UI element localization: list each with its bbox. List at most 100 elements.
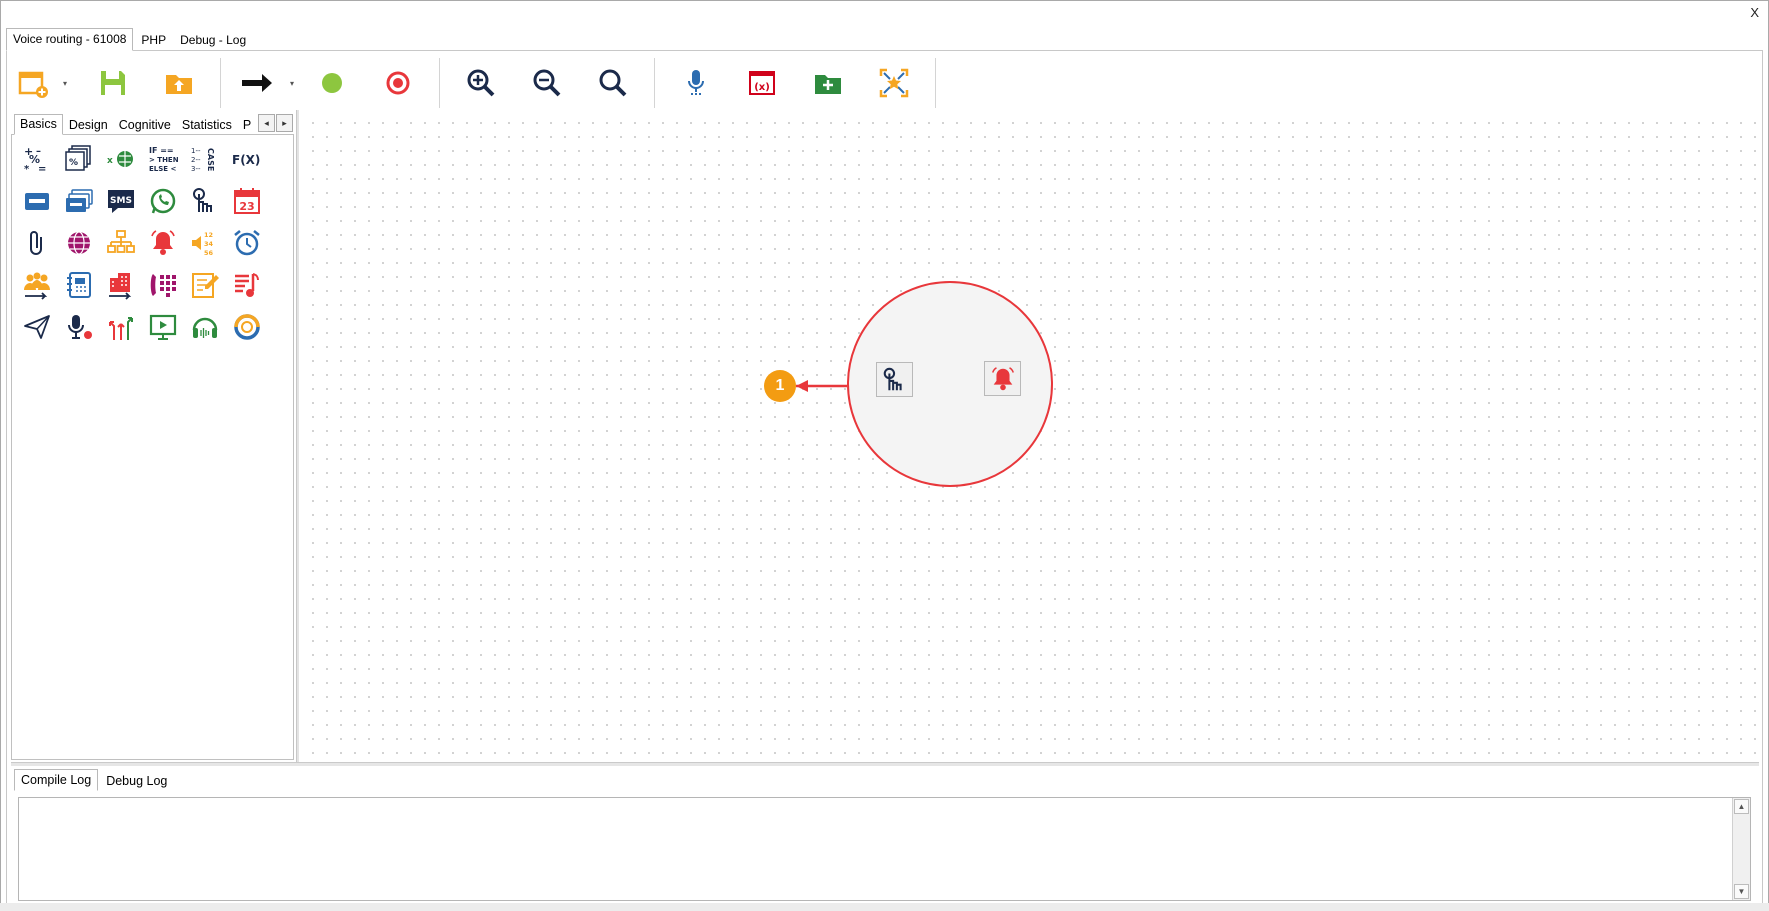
svg-text:34: 34 xyxy=(204,240,214,248)
green-dot-icon xyxy=(322,73,342,93)
palette-next-button[interactable]: ▸ xyxy=(276,114,293,132)
palette-tabs: Basics Design Cognitive Statistics Pı xyxy=(14,113,253,135)
palette-item-voicemail-stack[interactable] xyxy=(58,180,100,222)
palette-item-bell[interactable] xyxy=(142,222,184,264)
horizontal-splitter[interactable] xyxy=(11,762,1759,766)
palette-item-calendar[interactable]: 23 xyxy=(226,180,268,222)
palette-item-voicemail[interactable] xyxy=(16,180,58,222)
palette-item-group-transfer[interactable] xyxy=(16,264,58,306)
palette-item-screen-play[interactable] xyxy=(142,306,184,348)
palette-item-calculator[interactable]: + –% * = xyxy=(16,138,58,180)
stop-button[interactable] xyxy=(365,57,431,109)
fit-view-button[interactable] xyxy=(861,57,927,109)
palette-tab-cognitive[interactable]: Cognitive xyxy=(114,116,176,135)
flow-node-touch-tone[interactable] xyxy=(876,362,913,397)
palette-item-progress-ring[interactable] xyxy=(226,306,268,348)
palette-item-sms[interactable]: SMS xyxy=(100,180,142,222)
palette-tab-design[interactable]: Design xyxy=(64,116,113,135)
palette-item-notepad[interactable] xyxy=(184,264,226,306)
calendar-icon: 23 xyxy=(234,188,260,214)
palette-item-phone-book[interactable] xyxy=(58,264,100,306)
tab-voice-routing[interactable]: Voice routing - 61008 xyxy=(6,28,134,51)
palette-item-music-list[interactable] xyxy=(226,264,268,306)
add-folder-icon xyxy=(815,75,841,94)
palette-item-split-arrows[interactable] xyxy=(100,306,142,348)
music-list-icon xyxy=(235,273,259,297)
palette-prev-button[interactable]: ◂ xyxy=(258,114,275,132)
microphone-button[interactable] xyxy=(663,57,729,109)
tab-compile-log[interactable]: Compile Log xyxy=(14,769,99,791)
palette-item-headset[interactable] xyxy=(184,306,226,348)
palette-item-building-transfer[interactable] xyxy=(100,264,142,306)
palette-item-org-chart[interactable] xyxy=(100,222,142,264)
zoom-in-icon xyxy=(467,69,495,97)
svg-text:*: * xyxy=(24,164,30,174)
palette-item-percent-stack[interactable]: % xyxy=(58,138,100,180)
palette-item-globe[interactable] xyxy=(58,222,100,264)
web-export-icon: x xyxy=(107,151,133,167)
flow-node-bell[interactable] xyxy=(984,361,1021,396)
globe-icon xyxy=(68,231,90,255)
log-scrollbar[interactable]: ▲ ▼ xyxy=(1732,798,1750,900)
phone-keypad-icon xyxy=(150,274,176,297)
chevron-down-icon: ▾ xyxy=(62,78,67,88)
org-chart-icon xyxy=(107,230,135,253)
palette-item-alarm-clock[interactable] xyxy=(226,222,268,264)
palette-item-case[interactable]: 1-- 2-- 3-- CASE xyxy=(184,138,226,180)
svg-text:12: 12 xyxy=(204,231,213,239)
palette-tab-more[interactable]: Pı xyxy=(238,116,252,135)
send-icon xyxy=(24,315,50,339)
split-arrows-icon xyxy=(109,317,133,340)
chevron-left-icon: ◂ xyxy=(264,117,269,128)
new-button[interactable] xyxy=(8,57,58,109)
tab-debug-log-bottom[interactable]: Debug Log xyxy=(100,771,173,791)
tab-debug-log[interactable]: Debug - Log xyxy=(174,30,252,51)
chevron-down-icon: ▼ xyxy=(1737,887,1746,896)
start-button[interactable] xyxy=(299,57,365,109)
fx-label: F(X) xyxy=(232,153,260,167)
close-button[interactable]: X xyxy=(1750,5,1759,20)
save-icon xyxy=(101,71,125,95)
log-output[interactable]: ▲ ▼ xyxy=(18,797,1751,901)
svg-text:(x): (x) xyxy=(754,82,770,93)
new-dropdown-button[interactable]: ▾ xyxy=(58,57,72,109)
add-folder-button[interactable] xyxy=(795,57,861,109)
calculator-icon: + –%* = xyxy=(24,145,46,174)
main-tabs: Voice routing - 61008 PHP Debug - Log xyxy=(6,28,254,51)
scroll-down-button[interactable]: ▼ xyxy=(1734,884,1749,899)
scroll-up-button[interactable]: ▲ xyxy=(1734,799,1749,814)
palette-item-if-then-else[interactable]: IF == > THEN ELSE < xyxy=(142,138,184,180)
upload-button[interactable] xyxy=(146,57,212,109)
palette-tab-statistics[interactable]: Statistics xyxy=(177,116,237,135)
palette-item-touch-tone[interactable] xyxy=(184,180,226,222)
microphone-icon xyxy=(688,70,704,95)
palette-tab-basics[interactable]: Basics xyxy=(14,114,63,135)
variables-button[interactable]: (x) xyxy=(729,57,795,109)
palette-item-record-mic[interactable] xyxy=(58,306,100,348)
palette-item-web-export[interactable]: x xyxy=(100,138,142,180)
svg-text:%: % xyxy=(69,158,78,168)
touch-tone-icon xyxy=(193,188,212,212)
connect-dropdown-button[interactable]: ▾ xyxy=(285,57,299,109)
status-strip xyxy=(0,903,1769,911)
zoom-out-button[interactable] xyxy=(514,57,580,109)
arrow-right-icon xyxy=(242,74,272,92)
case-label: CASE xyxy=(206,148,215,171)
if-line2: > THEN xyxy=(149,156,178,164)
vertical-splitter[interactable] xyxy=(296,110,299,762)
svg-text:3--: 3-- xyxy=(191,165,201,173)
toolbar-divider xyxy=(439,58,440,108)
if-line3: ELSE < xyxy=(149,165,177,173)
save-button[interactable] xyxy=(80,57,146,109)
zoom-reset-button[interactable] xyxy=(580,57,646,109)
palette-item-phone-keypad[interactable] xyxy=(142,264,184,306)
palette-item-speaker-numbers[interactable]: 12 34 56 xyxy=(184,222,226,264)
palette-item-attachment[interactable] xyxy=(16,222,58,264)
log-tabs: Compile Log Debug Log xyxy=(14,769,175,791)
palette-item-whatsapp[interactable] xyxy=(142,180,184,222)
zoom-in-button[interactable] xyxy=(448,57,514,109)
connect-button[interactable] xyxy=(229,57,285,109)
palette-item-function[interactable]: F(X) xyxy=(226,138,268,180)
palette-item-send[interactable] xyxy=(16,306,58,348)
tab-php[interactable]: PHP xyxy=(135,30,172,51)
